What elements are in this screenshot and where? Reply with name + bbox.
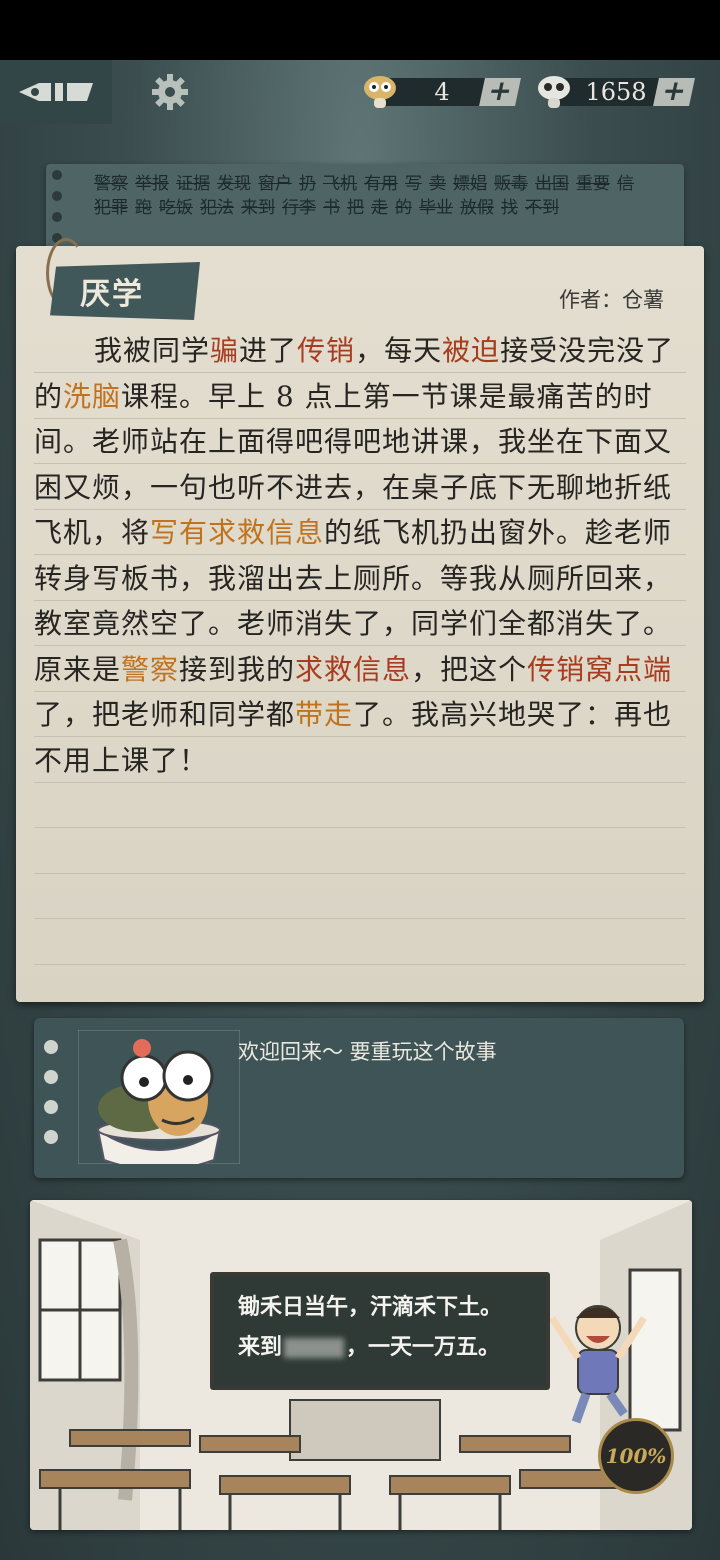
dialogue-text: 欢迎回来～ 要重玩这个故事 — [238, 1040, 497, 1064]
keyword-list: 警察 举报 证据 发现 窗户扔飞机 有用写卖嫖娼 贩毒 出国 重要 信犯罪跑吃饭 犯法 来到 行李书把走… — [94, 172, 674, 220]
mushroom-currency: 4 + — [362, 74, 522, 110]
keyword-item: 警察 — [94, 174, 128, 194]
highlight-keyword: 骗 — [210, 334, 240, 367]
highlight-keyword: 被迫 — [442, 334, 501, 367]
mushroom-icon — [362, 74, 402, 110]
keyword-item: 毕业 — [419, 198, 453, 218]
add-skull-button[interactable]: + — [653, 74, 695, 107]
keyword-item: 犯法 — [200, 198, 234, 218]
skull-currency: 1658 + — [536, 74, 696, 110]
highlight-keyword: 传销窝点端 — [527, 652, 673, 686]
keyword-item: 来到 — [241, 198, 275, 218]
ruled-line — [34, 872, 686, 874]
story-text: 我被同学骗进了传销，每天被迫接受没完没了的洗脑课程。早上 8 点上第一节课是最痛… — [34, 328, 686, 783]
highlight-keyword: 求救信息 — [295, 652, 412, 686]
keyword-item: 行李 — [282, 198, 316, 218]
back-pen-icon — [19, 83, 93, 101]
settings-button[interactable] — [140, 70, 200, 114]
keyword-item: 找 — [501, 198, 518, 218]
skull-mushroom-icon — [536, 74, 576, 110]
keyword-item: 飞机 — [323, 174, 357, 194]
keyword-item: 举报 — [135, 174, 169, 194]
story-title-tag: 厌学 — [50, 262, 200, 320]
status-bar — [0, 0, 720, 60]
back-button[interactable] — [0, 60, 112, 124]
keyword-item: 书 — [323, 198, 340, 218]
keyword-item: 卖 — [429, 174, 446, 194]
ruled-line — [34, 963, 686, 965]
chalkboard-line-1: 锄禾日当午，汗滴禾下土。 — [238, 1295, 503, 1320]
skull-count: 1658 — [585, 78, 647, 106]
keyword-item: 的 — [395, 198, 412, 218]
highlight-keyword: 警察 — [121, 652, 180, 686]
keyword-item: 扔 — [299, 174, 316, 194]
censored-blur — [284, 1338, 345, 1358]
keyword-board: 警察 举报 证据 发现 窗户扔飞机 有用写卖嫖娼 贩毒 出国 重要 信犯罪跑吃饭 犯法 来到 行李书把走… — [46, 164, 684, 250]
chalkboard: 锄禾日当午，汗滴禾下土。 来到 ，一天一万五。 — [210, 1272, 550, 1390]
ruled-line — [34, 918, 686, 919]
story-segment: 我被同学 — [94, 334, 211, 367]
highlight-keyword: 传销 — [297, 334, 356, 367]
keyword-item: 把 — [347, 198, 364, 218]
gear-icon — [152, 74, 188, 110]
progress-badge: 100% — [598, 1418, 674, 1494]
keyword-item: 犯罪 — [94, 198, 128, 218]
keyword-item: 写 — [405, 174, 422, 194]
story-segment: 接到我的 — [179, 652, 296, 686]
turtle-portrait — [77, 1029, 241, 1171]
keyword-item: 嫖娼 — [453, 174, 487, 194]
keyword-item: 信 — [617, 174, 634, 194]
keyword-item: 贩毒 — [494, 174, 528, 194]
keyword-item: 走 — [371, 198, 388, 218]
classroom-scene: 锄禾日当午，汗滴禾下土。 来到 ，一天一万五。 100% — [30, 1200, 692, 1530]
keyword-item: 出国 — [535, 174, 569, 194]
keyword-item: 发现 — [217, 174, 251, 194]
dialogue-box[interactable]: 欢迎回来～ 要重玩这个故事 — [34, 1018, 684, 1178]
chalkboard-line-2-prefix: 来到 — [238, 1335, 283, 1360]
chalkboard-line-2: 来到 ，一天一万五。 — [238, 1328, 546, 1368]
add-mushroom-button[interactable]: + — [479, 74, 521, 107]
keyword-item: 放假 — [460, 198, 494, 218]
highlight-keyword: 洗脑 — [63, 379, 122, 413]
story-segment: ，每天 — [355, 334, 443, 367]
story-segment: 进了 — [239, 334, 298, 367]
ruled-line — [34, 827, 686, 828]
keyword-item: 重要 — [576, 174, 610, 194]
chalkboard-line-2-suffix: ，一天一万五。 — [346, 1335, 501, 1360]
keyword-item: 跑 — [135, 198, 152, 218]
keyword-item: 有用 — [364, 174, 398, 194]
story-segment: 了，把老师和同学都 — [34, 698, 296, 731]
keyword-item: 不到 — [525, 198, 559, 218]
keyword-item: 吃饭 — [159, 198, 193, 218]
mushroom-count: 4 — [434, 78, 450, 106]
top-bar: 4 + 1658 + — [0, 60, 720, 124]
highlight-keyword: 写有求救信息 — [150, 516, 325, 549]
story-author: 作者：仓薯 — [559, 288, 664, 312]
story-title: 厌学 — [80, 277, 144, 312]
keyword-item: 证据 — [176, 174, 210, 194]
highlight-keyword: 带走 — [295, 698, 354, 731]
story-paper: 厌学 作者：仓薯 我被同学骗进了传销，每天被迫接受没完没了的洗脑课程。早上 8 … — [16, 238, 704, 1002]
keyword-item: 窗户 — [258, 174, 292, 194]
dialogue-binder-holes — [44, 1040, 60, 1170]
story-segment: ，把这个 — [411, 652, 528, 686]
